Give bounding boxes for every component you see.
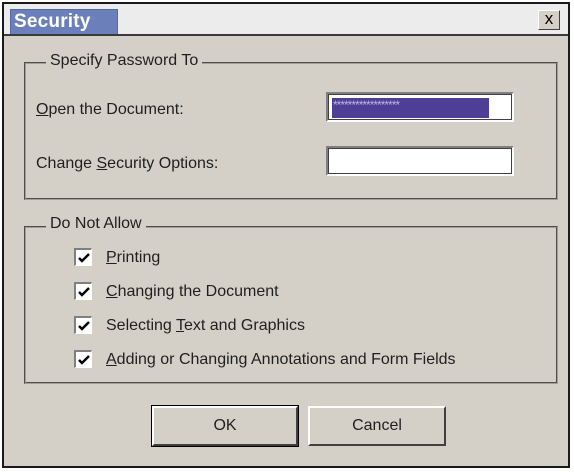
open-document-label-rest: pen the Document: (48, 101, 184, 118)
open-document-mnemonic: O (36, 101, 49, 118)
close-button[interactable]: x (538, 10, 560, 30)
changing-document-label: Changing the Document (106, 283, 279, 300)
open-document-label: Open the Document: (36, 100, 184, 120)
changing-document-checkbox[interactable] (74, 282, 92, 300)
password-group-legend: Specify Password To (46, 51, 203, 71)
title-bar-divider (4, 34, 568, 36)
annotations-label: Adding or Changing Annotations and Form … (106, 351, 456, 368)
annotations-checkbox[interactable] (74, 350, 92, 368)
change-security-label: Change Security Options: (36, 154, 218, 174)
password-group (24, 62, 558, 200)
ok-button[interactable]: OK (151, 405, 299, 447)
checkmark-icon (78, 355, 90, 365)
checkmark-icon (78, 253, 90, 263)
title-highlight: Security (10, 9, 118, 35)
close-icon: x (544, 9, 554, 28)
change-security-label-suffix: ecurity Options: (107, 155, 219, 172)
dialog-title: Security (14, 11, 91, 32)
printing-checkbox[interactable] (74, 248, 92, 266)
selecting-text-label: Selecting Text and Graphics (106, 317, 305, 334)
change-security-password-input[interactable] (326, 146, 514, 176)
open-document-password-value: ****************** (332, 98, 489, 118)
title-bar: Security x (4, 4, 568, 35)
checkmark-icon (78, 321, 90, 331)
selecting-text-checkbox[interactable] (74, 316, 92, 334)
printing-label: Printing (106, 249, 161, 266)
change-security-mnemonic: S (96, 155, 108, 172)
open-document-password-input[interactable]: ****************** (326, 92, 514, 122)
checkmark-icon (78, 287, 90, 297)
restrictions-group-legend: Do Not Allow (46, 214, 146, 234)
change-security-label-prefix: Change (36, 155, 97, 172)
security-dialog: Security x Specify Password To Open the … (2, 2, 570, 468)
cancel-button[interactable]: Cancel (308, 406, 446, 446)
